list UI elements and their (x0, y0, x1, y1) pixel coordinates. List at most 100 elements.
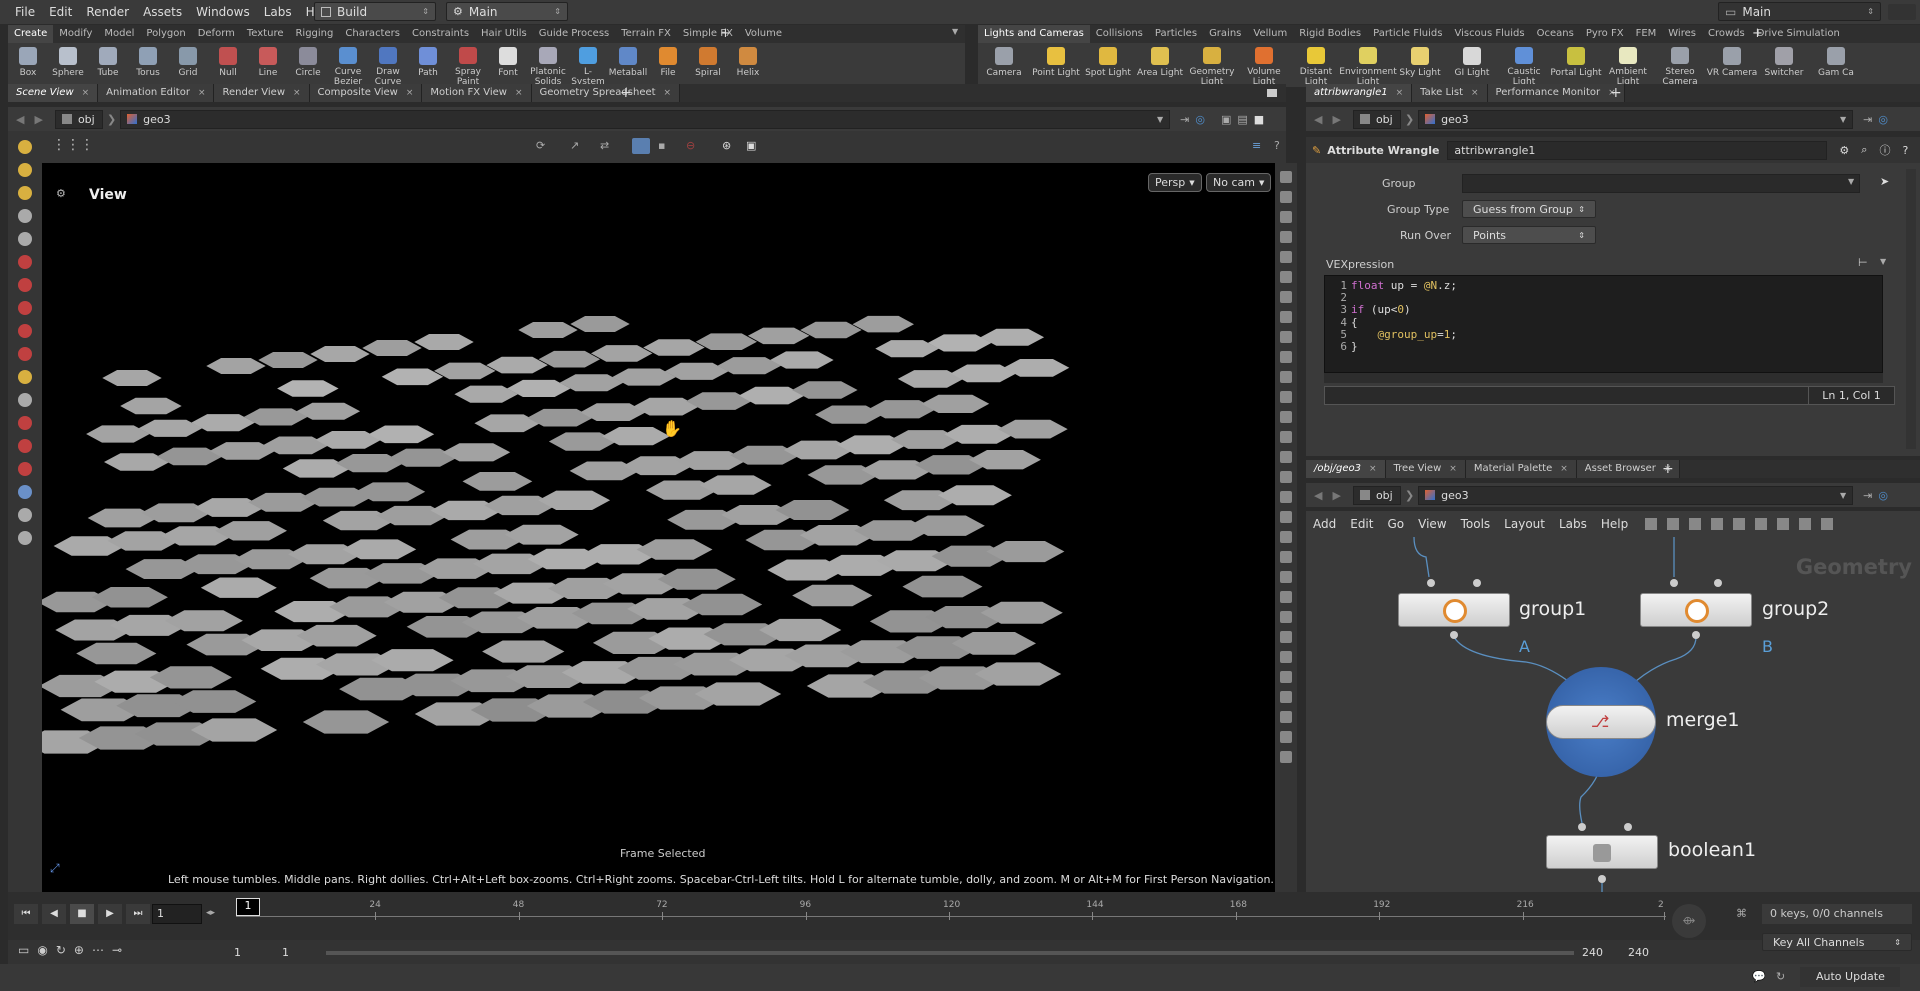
viewport-tool-10-icon[interactable] (18, 370, 32, 384)
shelf-tab-terrain-fx[interactable]: Terrain FX (615, 25, 677, 43)
display-tool-23-icon[interactable] (1280, 631, 1292, 643)
forward-arrow-icon[interactable]: ▶ (1332, 489, 1340, 502)
info-icon[interactable]: ⓘ (1879, 142, 1890, 158)
tool-spray-paint[interactable]: Spray Paint (448, 43, 488, 87)
tool-platonic-solids[interactable]: Platonic Solids (528, 43, 568, 87)
tool-gam-ca[interactable]: Gam Ca (1810, 43, 1862, 87)
path-dropdown-icon[interactable]: ▼ (1840, 115, 1846, 124)
shelf-tab-modify[interactable]: Modify (53, 25, 98, 43)
chat-icon[interactable]: 💬 (1752, 970, 1766, 983)
gear-icon[interactable]: ⚙ (1839, 144, 1849, 157)
display-tool-4-icon[interactable] (1280, 251, 1292, 263)
param-path-geo[interactable]: geo3 ▼ (1418, 109, 1854, 129)
group-dropdown-icon[interactable]: ▼ (1848, 177, 1854, 186)
back-arrow-icon[interactable]: ◀ (1314, 113, 1322, 126)
viewport-tool-13-icon[interactable] (18, 439, 32, 453)
menu-labs[interactable]: Labs (257, 0, 299, 24)
tool-volume-light[interactable]: Volume Light (1238, 43, 1290, 87)
vex-dropdown-icon[interactable]: ▼ (1880, 257, 1886, 266)
tab-take-list[interactable]: Take List × (1412, 84, 1488, 102)
help-icon[interactable]: ? (1274, 139, 1280, 152)
shelf-tab-wires[interactable]: Wires (1662, 25, 1702, 43)
display-tool-16-icon[interactable] (1280, 491, 1292, 503)
tool-file[interactable]: File (648, 43, 688, 87)
snap-frame-icon[interactable]: ⊕ (74, 943, 84, 957)
pin-icon[interactable]: ⇥ (1863, 489, 1872, 502)
pane-add-tab-button[interactable]: + (620, 84, 632, 102)
tab-performance-monitor[interactable]: Performance Monitor × (1487, 84, 1625, 102)
list-icon[interactable] (1689, 518, 1702, 530)
editor-hscroll[interactable] (1324, 373, 1883, 383)
menu-assets[interactable]: Assets (136, 0, 189, 24)
display-tool-7-icon[interactable] (1280, 311, 1292, 323)
no-icon[interactable]: ⊖ (686, 139, 695, 152)
range-start-field[interactable]: 1 (234, 944, 278, 962)
shelf-tab-rigging[interactable]: Rigging (289, 25, 339, 43)
close-icon[interactable]: × (293, 84, 301, 102)
pane-maximize-icon[interactable] (1267, 89, 1277, 97)
loop-icon[interactable]: ↻ (56, 943, 66, 957)
tab-composite-view[interactable]: Composite View × (309, 84, 423, 102)
node-boolean1[interactable] (1546, 835, 1658, 869)
tab--obj-geo3[interactable]: /obj/geo3 × (1306, 460, 1386, 478)
shelf-tab-characters[interactable]: Characters (339, 25, 406, 43)
display-tool-22-icon[interactable] (1280, 611, 1292, 623)
key-mode-select[interactable]: Key All Channels ⇕ (1762, 933, 1912, 951)
vex-menu-icon[interactable]: ⊢ (1858, 256, 1868, 269)
group-type-select[interactable]: Guess from Group ⇕ (1462, 200, 1596, 218)
param-path-obj[interactable]: obj (1352, 109, 1401, 129)
tool-environment-light[interactable]: Environment Light (1339, 43, 1397, 87)
tab-geometry-spreadsheet[interactable]: Geometry Spreadsheet × (531, 84, 681, 102)
handle-icon[interactable]: ⟳ (536, 139, 545, 152)
path-dropdown-icon[interactable]: ▼ (1840, 491, 1846, 500)
back-arrow-icon[interactable]: ◀ (1314, 489, 1322, 502)
forward-arrow-icon[interactable]: ▶ (1332, 113, 1340, 126)
viewport-tool-2-icon[interactable] (18, 186, 32, 200)
select-icon[interactable]: ↗ (570, 139, 579, 152)
tool-ambient-light[interactable]: Ambient Light (1602, 43, 1654, 87)
display-tool-1-icon[interactable] (1280, 191, 1292, 203)
run-over-select[interactable]: Points ⇕ (1462, 226, 1596, 244)
close-icon[interactable]: × (82, 84, 90, 102)
tool-torus[interactable]: Torus (128, 43, 168, 87)
shelf-tab-hair-utils[interactable]: Hair Utils (475, 25, 533, 43)
tool-point-light[interactable]: Point Light (1030, 43, 1082, 87)
close-icon[interactable]: × (1560, 460, 1568, 478)
display-tool-6-icon[interactable] (1280, 291, 1292, 303)
timeline-ruler[interactable]: 1 24 48 72 96 120 144 168 192 216 2 (236, 898, 1666, 926)
network-add-tab-button[interactable]: + (1662, 460, 1674, 478)
audio-scrub-icon[interactable]: ◉ (37, 943, 47, 957)
stop-icon[interactable]: ■ (70, 904, 94, 924)
path-obj[interactable]: obj (54, 109, 103, 129)
range-end-field[interactable]: 240 (1582, 944, 1622, 962)
desktop-select[interactable]: Build ⇕ (314, 2, 436, 21)
close-icon[interactable]: × (664, 84, 672, 102)
grid-icon[interactable] (1711, 518, 1724, 530)
camera-icon[interactable]: ▪ (658, 139, 665, 152)
display-tool-27-icon[interactable] (1280, 711, 1292, 723)
network-editor[interactable]: Geometry group1 A group2 B ⎇ merge1 bool… (1306, 537, 1920, 892)
link-icon[interactable]: ◎ (1878, 113, 1888, 126)
network-menu-labs[interactable]: Labs (1552, 517, 1594, 531)
network-menu-help[interactable]: Help (1594, 517, 1635, 531)
tool-sky-light[interactable]: Sky Light (1394, 43, 1446, 87)
maximize-icon[interactable]: ■ (1254, 113, 1264, 126)
viewport-tool-5-icon[interactable] (18, 255, 32, 269)
range-slider[interactable] (326, 951, 1574, 955)
shelf-tab-create[interactable]: Create (8, 25, 54, 43)
forward-arrow-icon[interactable]: ▶ (34, 113, 42, 126)
network-path-geo[interactable]: geo3 ▼ (1418, 485, 1854, 505)
display-tool-0-icon[interactable] (1280, 171, 1292, 183)
shelf-tab-constraints[interactable]: Constraints (406, 25, 475, 43)
tool-helix[interactable]: Helix (728, 43, 768, 87)
code-editor[interactable]: 123456 float up = @N.z; if (up<0){ @group… (1324, 275, 1883, 373)
search-icon[interactable]: ⌕ (1861, 143, 1867, 157)
display-tool-15-icon[interactable] (1280, 471, 1292, 483)
viewport-tool-8-icon[interactable] (18, 324, 32, 338)
range-icon[interactable]: ⋯ (92, 943, 104, 957)
path-geo[interactable]: geo3 ▼ (120, 109, 1171, 129)
tool-box[interactable]: Box (8, 43, 48, 87)
shelf-tab-oceans[interactable]: Oceans (1531, 25, 1580, 43)
tool-l-system[interactable]: L-System (568, 43, 608, 87)
range-end2-field[interactable]: 240 (1628, 944, 1668, 962)
